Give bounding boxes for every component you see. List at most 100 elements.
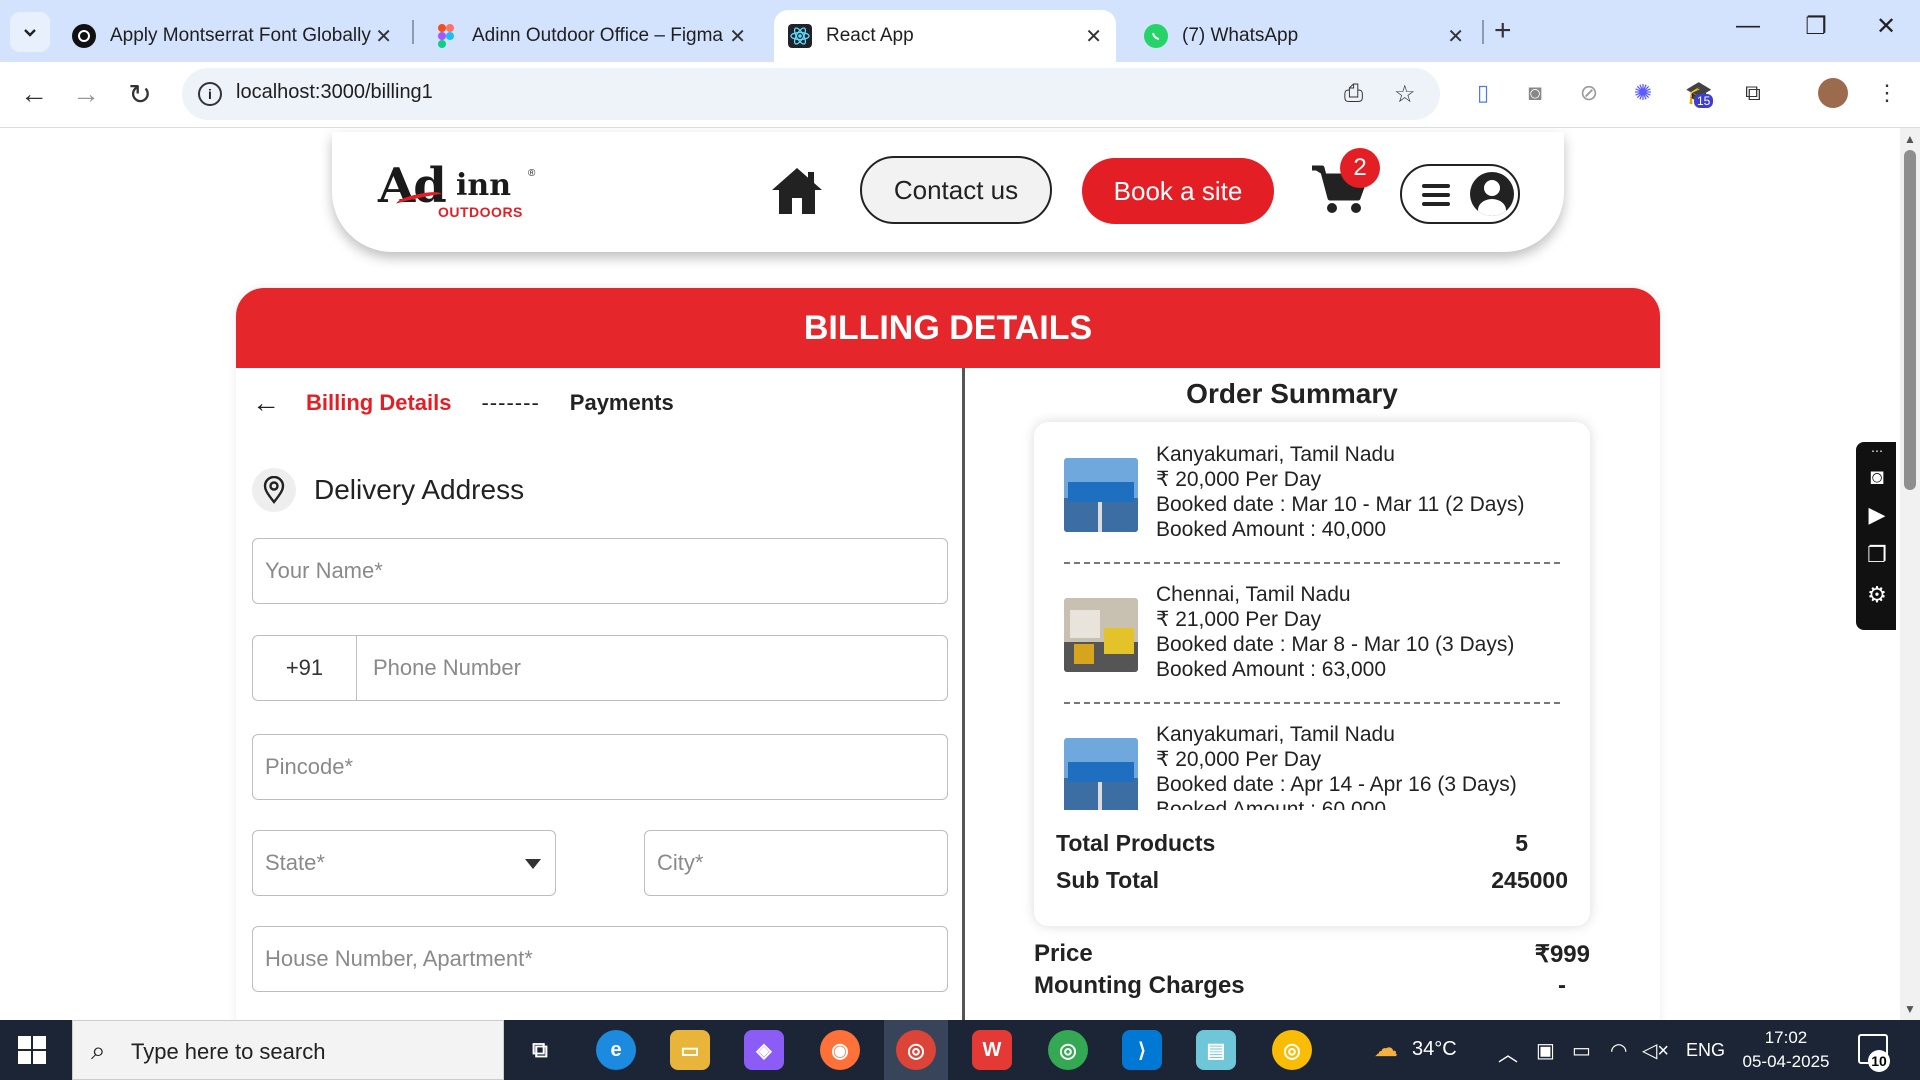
window-close-button[interactable]: ✕: [1866, 12, 1906, 41]
meet-icon[interactable]: ▣: [1536, 1038, 1555, 1063]
copilot-icon[interactable]: ◈: [744, 1030, 784, 1070]
step-billing-details[interactable]: Billing Details: [306, 390, 451, 416]
wifi-icon[interactable]: ◠: [1610, 1038, 1627, 1063]
screenshot-camera-icon[interactable]: ◙: [1864, 464, 1890, 490]
billboard-thumbnail: [1064, 458, 1138, 532]
site-info-icon[interactable]: i: [198, 82, 222, 106]
minimize-button[interactable]: —: [1728, 12, 1768, 40]
total-products-row: Total Products 5: [1056, 830, 1568, 857]
chatgpt-icon: [72, 24, 96, 48]
order-totals: Total Products 5 Sub Total 245000: [1034, 810, 1590, 926]
wps-office-icon[interactable]: W: [972, 1030, 1012, 1070]
language-indicator[interactable]: ENG: [1686, 1040, 1725, 1061]
forward-button[interactable]: →: [68, 78, 104, 110]
subtotal-value: 245000: [1491, 867, 1568, 893]
hamburger-icon: [1422, 184, 1450, 206]
notification-count: 10: [1868, 1050, 1890, 1072]
step-payments[interactable]: Payments: [570, 390, 674, 416]
install-app-icon[interactable]: ⎙: [1344, 80, 1363, 108]
price-row: Price ₹999: [1034, 940, 1590, 968]
scroll-up-arrow[interactable]: ▲: [1904, 132, 1916, 146]
battery-icon[interactable]: ▭: [1572, 1038, 1591, 1063]
tab-react-app[interactable]: React App ✕: [774, 10, 1116, 62]
contact-us-button[interactable]: Contact us: [860, 156, 1052, 224]
weather-temp[interactable]: 34°C: [1412, 1038, 1457, 1061]
order-item: Kanyakumari, Tamil Nadu ₹ 20,000 Per Day…: [1064, 702, 1560, 810]
state-select-label: State*: [265, 850, 325, 875]
widget-menu-icon[interactable]: ⋯: [1864, 444, 1890, 458]
country-code-field[interactable]: +91: [252, 635, 356, 701]
vscode-icon[interactable]: ⟩: [1122, 1030, 1162, 1070]
pincode-input[interactable]: Pincode*: [252, 734, 948, 800]
back-button[interactable]: ←: [16, 78, 52, 110]
compass-icon[interactable]: ⊘: [1574, 78, 1604, 108]
adinn-logo[interactable]: Ad inn ® OUTDOORS: [378, 158, 548, 224]
chrome-icon[interactable]: ◎: [1048, 1030, 1088, 1070]
scrollbar-thumb[interactable]: [1904, 150, 1916, 490]
clock-date: 05-04-2025: [1742, 1052, 1830, 1071]
system-clock[interactable]: 17:02 05-04-2025: [1736, 1026, 1836, 1074]
state-select[interactable]: State*: [252, 830, 556, 896]
tab-title: Adinn Outdoor Office – Figma: [472, 25, 723, 46]
close-icon[interactable]: ✕: [1085, 24, 1102, 49]
mounting-charges-row: Mounting Charges -: [1034, 972, 1590, 1000]
new-tab-button[interactable]: +: [1494, 14, 1512, 48]
order-item-details: Kanyakumari, Tamil Nadu ₹ 20,000 Per Day…: [1156, 722, 1517, 810]
chrome-alt-icon[interactable]: ◎: [1272, 1030, 1312, 1070]
book-a-site-button[interactable]: Book a site: [1082, 158, 1274, 224]
tray-chevron-icon[interactable]: ︿: [1498, 1038, 1518, 1067]
item-rate: ₹ 21,000 Per Day: [1156, 608, 1322, 631]
scroll-down-arrow[interactable]: ▼: [1904, 1002, 1916, 1016]
window-capture-icon[interactable]: ❐: [1864, 542, 1890, 568]
file-explorer-icon[interactable]: ▭: [670, 1030, 710, 1070]
item-location: Chennai, Tamil Nadu: [1156, 583, 1351, 606]
city-input[interactable]: City*: [644, 830, 948, 896]
tab-whatsapp[interactable]: (7) WhatsApp ✕: [1130, 10, 1478, 62]
task-view-icon[interactable]: ⧉: [520, 1030, 560, 1070]
clock-time: 17:02: [1764, 1028, 1808, 1047]
profile-avatar[interactable]: [1818, 78, 1848, 108]
tab-montserrat[interactable]: Apply Montserrat Font Globally ✕: [58, 10, 406, 62]
tab-title: React App: [826, 25, 914, 46]
asterisk-extension-icon[interactable]: ✺: [1628, 78, 1658, 108]
name-input[interactable]: Your Name*: [252, 538, 948, 604]
tab-search-button[interactable]: [10, 12, 50, 52]
close-icon[interactable]: ✕: [1447, 24, 1464, 49]
close-icon[interactable]: ✕: [729, 24, 746, 49]
back-arrow-icon[interactable]: ←: [252, 387, 280, 419]
settings-gear-icon[interactable]: ⚙: [1864, 582, 1890, 608]
tab-title: (7) WhatsApp: [1182, 25, 1299, 46]
subtotal-row: Sub Total 245000: [1056, 867, 1568, 894]
order-item-details: Chennai, Tamil Nadu ₹ 21,000 Per Day Boo…: [1156, 582, 1514, 682]
house-number-input[interactable]: House Number, Apartment*: [252, 926, 948, 992]
tab-figma[interactable]: Adinn Outdoor Office – Figma ✕: [420, 10, 760, 62]
user-menu-button[interactable]: [1400, 164, 1520, 224]
bookmark-star-icon[interactable]: ☆: [1394, 80, 1416, 109]
cart-count-badge: 2: [1340, 148, 1380, 188]
volume-muted-icon[interactable]: ◁×: [1642, 1038, 1669, 1063]
page-scrollbar[interactable]: ▲ ▼: [1900, 128, 1920, 1020]
address-bar[interactable]: i localhost:3000/billing1 ⎙ ☆: [182, 68, 1440, 120]
order-items-list[interactable]: Kanyakumari, Tamil Nadu ₹ 20,000 Per Day…: [1034, 422, 1590, 810]
home-icon[interactable]: [770, 166, 824, 216]
close-icon[interactable]: ✕: [375, 24, 392, 49]
restore-button[interactable]: ❐: [1796, 12, 1836, 41]
taskbar-search-box[interactable]: ⌕ Type here to search: [72, 1020, 504, 1080]
edge-icon[interactable]: e: [596, 1030, 636, 1070]
puzzle-extensions-icon[interactable]: ⧉: [1738, 78, 1768, 108]
firefox-icon[interactable]: ◉: [820, 1030, 860, 1070]
camera-icon[interactable]: ◙: [1520, 78, 1550, 108]
notepad-icon[interactable]: ▤: [1196, 1030, 1236, 1070]
chrome-profile-icon[interactable]: ◎: [896, 1030, 936, 1070]
user-avatar-icon: [1470, 172, 1514, 216]
extension-docs-icon[interactable]: ▯: [1468, 78, 1498, 108]
video-record-icon[interactable]: ▶: [1864, 502, 1890, 528]
item-location: Kanyakumari, Tamil Nadu: [1156, 723, 1395, 746]
billing-card: BILLING DETAILS ← Billing Details ------…: [236, 288, 1660, 1020]
kebab-menu-icon[interactable]: ⋮: [1872, 78, 1902, 108]
item-rate: ₹ 20,000 Per Day: [1156, 468, 1322, 491]
reload-button[interactable]: ↻: [122, 78, 158, 111]
windows-start-icon[interactable]: [18, 1036, 46, 1064]
caret-down-icon: [525, 859, 541, 869]
phone-input[interactable]: Phone Number: [356, 635, 948, 701]
